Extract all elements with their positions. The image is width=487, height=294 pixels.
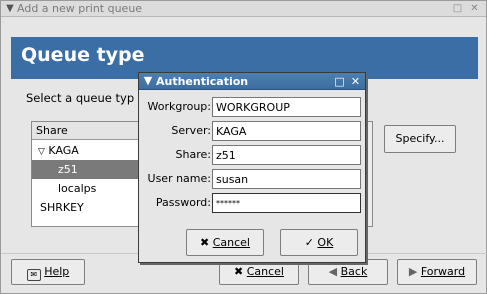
username-field[interactable] [212,169,361,189]
forward-button[interactable]: ▶ Forward [397,259,477,285]
ok-check-icon: ✓ [304,236,314,249]
server-label: Server: [171,124,211,137]
main-titlebar[interactable]: ▼ Add a new print queue □ ✕ [1,1,486,17]
dialog-title: Authentication [156,75,249,88]
password-label: Password: [155,196,211,209]
window-menu-icon[interactable]: ▼ [142,74,154,88]
tree-item-label: z51 [58,163,78,176]
share-label: Share: [175,148,211,161]
help-icon: ✉ [26,269,41,281]
password-field[interactable] [212,193,361,213]
specify-button[interactable]: Specify... [384,125,456,153]
tree-item-z51[interactable]: z51 [32,160,142,179]
help-button[interactable]: ✉ Help [11,259,85,285]
page-title: Queue type [21,44,145,66]
auth-cancel-label: Cancel [212,236,250,249]
username-label: User name: [147,172,211,185]
queue-type-prompt: Select a queue typ [26,91,135,105]
share-field[interactable] [212,145,361,165]
share-list[interactable]: Share ▽ KAGA z51 localps SHRKEY [31,121,143,227]
tree-item-localps[interactable]: localps [32,179,142,198]
workgroup-label: Workgroup: [147,100,211,113]
list-scrollbar[interactable] [367,121,373,227]
back-button-label: Back [340,265,368,278]
share-column-header[interactable]: Share [32,122,142,140]
cancel-button-label: Cancel [246,265,284,278]
tree-expander-icon[interactable]: ▽ [38,147,45,157]
forward-button-label: Forward [420,265,466,278]
help-button-label: Help [44,265,70,278]
window-menu-icon[interactable]: ▼ [4,2,16,15]
cancel-icon: ✖ [200,236,210,249]
tree-item-shrkey[interactable]: SHRKEY [32,198,142,217]
tree-item-label: KAGA [48,144,79,157]
back-arrow-icon: ◀ [328,265,338,278]
forward-arrow-icon: ▶ [408,265,418,278]
ok-button-label: OK [317,236,334,249]
auth-cancel-button[interactable]: ✖ Cancel [186,229,264,256]
auth-titlebar[interactable]: ▼ Authentication □ ✕ [139,73,365,90]
maximize-icon[interactable]: □ [334,76,345,87]
server-field[interactable] [212,121,361,141]
window-title: Add a new print queue [17,2,143,15]
tree-item-label: SHRKEY [40,201,84,214]
authentication-dialog: ▼ Authentication □ ✕ Workgroup: Server: … [138,72,366,263]
close-icon[interactable]: ✕ [350,76,361,87]
ok-button[interactable]: ✓ OK [280,229,358,256]
tree-item-kaga[interactable]: ▽ KAGA [32,141,142,160]
cancel-icon: ✖ [234,265,244,278]
workgroup-field[interactable] [212,97,361,117]
tree-item-label: localps [58,182,97,195]
close-icon[interactable]: ✕ [469,3,480,14]
maximize-icon[interactable]: □ [452,3,463,14]
